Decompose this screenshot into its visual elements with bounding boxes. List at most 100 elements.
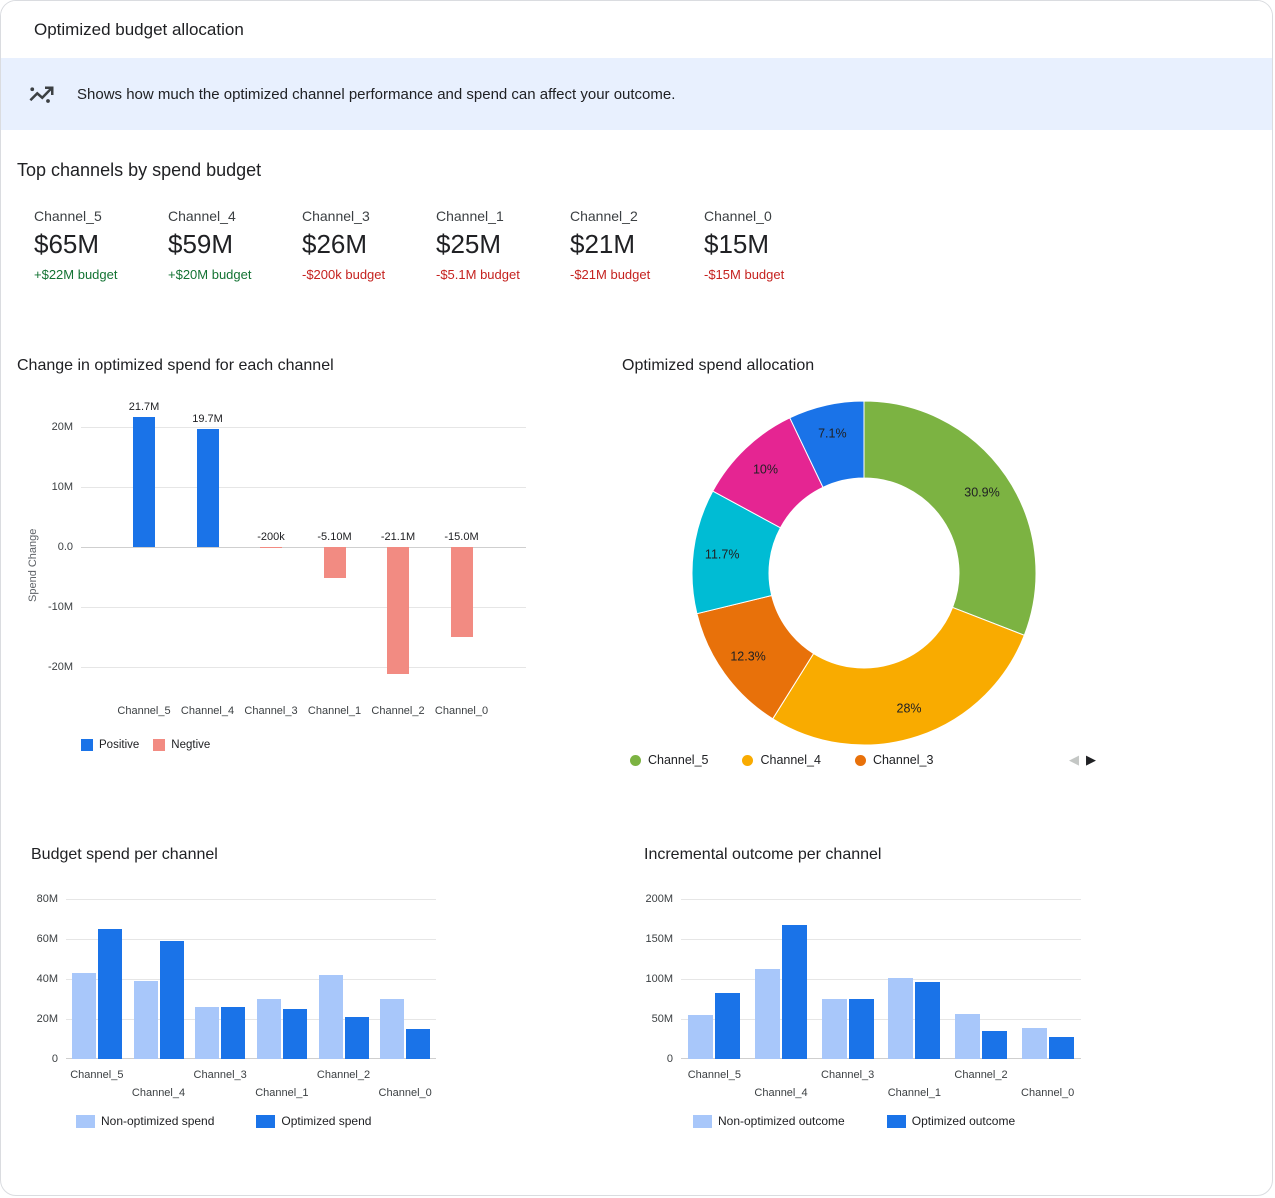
- legend-item: Channel_3: [855, 753, 933, 767]
- channel-name: Channel_3: [302, 208, 436, 224]
- chart-title: Change in optimized spend for each chann…: [17, 357, 597, 375]
- donut-slice-label: 11.7%: [705, 548, 740, 562]
- channel-name: Channel_2: [570, 208, 704, 224]
- channel-name: Channel_1: [436, 208, 570, 224]
- info-banner: Shows how much the optimized channel per…: [1, 58, 1272, 130]
- gridline: [66, 899, 436, 900]
- channel-budget-delta: +$20M budget: [168, 267, 302, 282]
- section-title-top-channels: Top channels by spend budget: [17, 160, 261, 181]
- y-tick-label: -20M: [23, 661, 73, 673]
- gridline: [681, 1019, 1081, 1020]
- top-channel-cards: Channel_5$65M+$22M budgetChannel_4$59M+$…: [34, 208, 838, 282]
- plot-area: 020M40M60M80MChannel_5Channel_4Channel_3…: [66, 899, 436, 1059]
- banner-text: Shows how much the optimized channel per…: [77, 86, 675, 103]
- channel-spend-value: $25M: [436, 229, 570, 260]
- legend-label: Channel_4: [760, 753, 820, 767]
- x-category-label: Channel_2: [304, 1069, 384, 1081]
- bar-value-label: -21.1M: [368, 531, 428, 543]
- bar: [319, 975, 343, 1059]
- legend-label: Channel_3: [873, 753, 933, 767]
- bar: [160, 941, 184, 1059]
- donut-slice-label: 28%: [897, 702, 922, 716]
- channel-name: Channel_4: [168, 208, 302, 224]
- optimization-report-card: Optimized budget allocation Shows how mu…: [0, 0, 1273, 1196]
- legend-swatch: [887, 1115, 906, 1128]
- legend-swatch: [76, 1115, 95, 1128]
- legend-dot: [742, 755, 753, 766]
- legend-item: Channel_5: [630, 753, 708, 767]
- donut: 30.9%28%12.3%11.7%10%7.1%: [684, 393, 1044, 753]
- legend-label: Negtive: [171, 739, 210, 751]
- pagination-prev-button[interactable]: ◀: [1069, 753, 1079, 766]
- bar: [98, 929, 122, 1059]
- legend-item: Non-optimized spend: [76, 1114, 214, 1128]
- channel-spend-value: $65M: [34, 229, 168, 260]
- bar: [755, 969, 780, 1059]
- insights-icon: [26, 79, 56, 109]
- bar: [260, 547, 282, 548]
- legend-item: Channel_4: [742, 753, 820, 767]
- x-category-label: Channel_5: [111, 705, 177, 717]
- bar: [134, 981, 158, 1059]
- bar-value-label: -5.10M: [305, 531, 365, 543]
- y-tick-label: 20M: [8, 1013, 58, 1025]
- channel-spend-value: $21M: [570, 229, 704, 260]
- legend-swatch: [693, 1115, 712, 1128]
- plot-area: 20M10M0.0-10M-20M21.7MChannel_519.7MChan…: [81, 401, 526, 691]
- channel-spend-value: $15M: [704, 229, 838, 260]
- channel-card: Channel_1 $25M -$5.1M budget: [436, 208, 570, 282]
- chart-legend: Positive Negtive: [81, 739, 210, 751]
- channel-budget-delta: +$22M budget: [34, 267, 168, 282]
- bar: [451, 547, 473, 637]
- chart-legend: Non-optimized spend Optimized spend: [76, 1114, 371, 1128]
- channel-card: Channel_5$65M+$22M budget: [34, 208, 168, 282]
- bar-value-label: 21.7M: [114, 401, 174, 413]
- y-tick-label: 50M: [623, 1013, 673, 1025]
- donut-slice-label: 12.3%: [730, 650, 765, 664]
- spend-allocation-chart: Optimized spend allocation 30.9%28%12.3%…: [622, 357, 1202, 787]
- x-category-label: Channel_2: [365, 705, 431, 717]
- bar: [1022, 1028, 1047, 1059]
- y-tick-label: 60M: [8, 933, 58, 945]
- y-tick-label: 0.0: [23, 541, 73, 553]
- bar: [387, 547, 409, 674]
- bar-value-label: -15.0M: [432, 531, 492, 543]
- bar: [822, 999, 847, 1059]
- x-category-label: Channel_5: [57, 1069, 137, 1081]
- legend-swatch: [81, 739, 93, 751]
- channel-spend-value: $59M: [168, 229, 302, 260]
- x-category-label: Channel_4: [741, 1087, 821, 1099]
- legend-item: Positive: [81, 739, 139, 751]
- y-tick-label: 150M: [623, 933, 673, 945]
- legend-label: Channel_5: [648, 753, 708, 767]
- bar: [257, 999, 281, 1059]
- x-category-label: Channel_2: [941, 1069, 1021, 1081]
- donut-slice-label: 30.9%: [964, 485, 999, 499]
- legend-label: Positive: [99, 739, 139, 751]
- bar: [324, 547, 346, 578]
- chart-legend: Channel_5 Channel_4 Channel_3: [630, 753, 933, 767]
- y-tick-label: 200M: [623, 893, 673, 905]
- incremental-outcome-chart: Incremental outcome per channel 050M100M…: [644, 846, 1244, 1176]
- bar-value-label: 19.7M: [178, 413, 238, 425]
- bar: [1049, 1037, 1074, 1059]
- channel-card: Channel_4 $59M +$20M budget: [168, 208, 302, 282]
- bar-value-label: -200k: [241, 531, 301, 543]
- legend-item: Optimized outcome: [887, 1114, 1015, 1128]
- pagination-next-button[interactable]: ▶: [1086, 753, 1096, 766]
- bar: [955, 1014, 980, 1059]
- channel-budget-delta: -$5.1M budget: [436, 267, 570, 282]
- report-header: Optimized budget allocation: [1, 1, 1272, 58]
- bar: [888, 978, 913, 1059]
- chart-title: Budget spend per channel: [31, 846, 611, 864]
- budget-spend-chart: Budget spend per channel 020M40M60M80MCh…: [31, 846, 611, 1176]
- y-tick-label: 0: [623, 1053, 673, 1065]
- bar: [345, 1017, 369, 1059]
- legend-item: Optimized spend: [256, 1114, 371, 1128]
- x-category-label: Channel_0: [365, 1087, 445, 1099]
- channel-budget-delta: -$200k budget: [302, 267, 436, 282]
- legend-swatch: [153, 739, 165, 751]
- gridline: [681, 939, 1081, 940]
- legend-dot: [855, 755, 866, 766]
- y-tick-label: 0: [8, 1053, 58, 1065]
